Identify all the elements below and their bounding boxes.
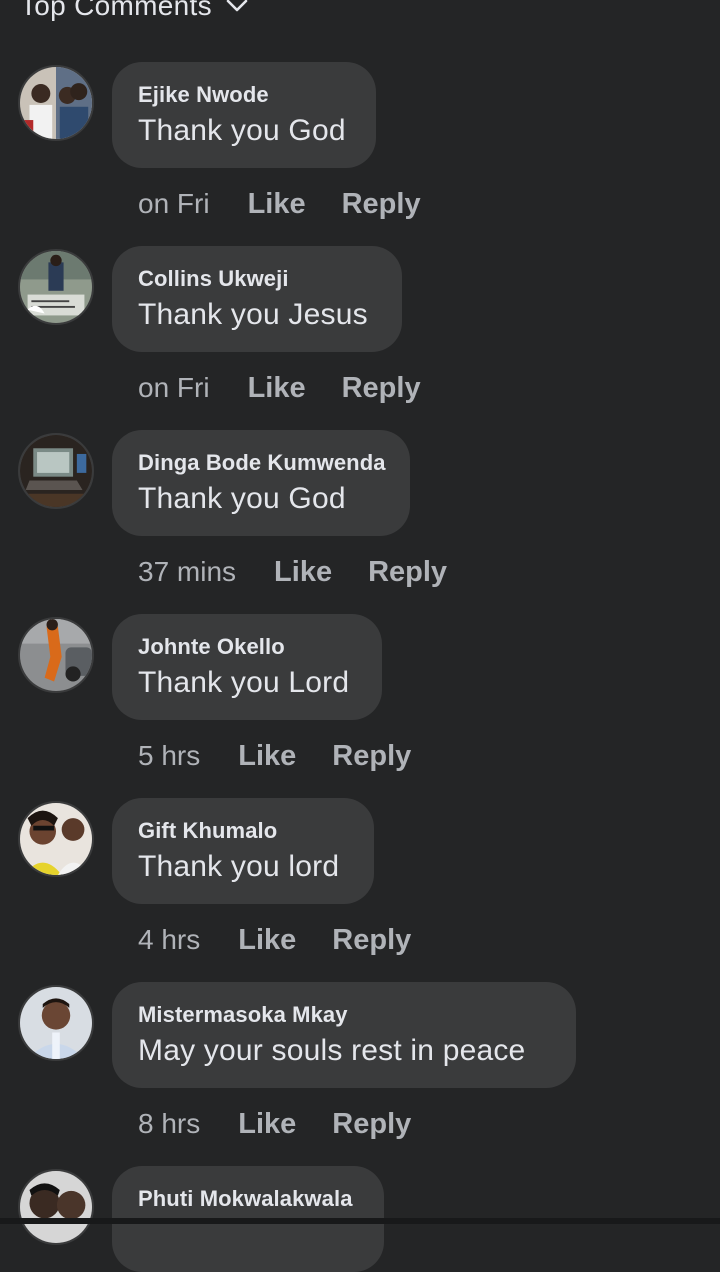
bottom-divider (0, 1218, 720, 1224)
comment-time[interactable]: 8 hrs (138, 1108, 200, 1140)
comment-item: Johnte Okello Thank you Lord 5 hrs Like … (0, 614, 720, 798)
reply-button[interactable]: Reply (332, 924, 411, 957)
comment-actions: 5 hrs Like Reply (138, 736, 447, 776)
comment-item: Ejike Nwode Thank you God on Fri Like Re… (0, 62, 720, 246)
comment-author[interactable]: Collins Ukweji (138, 266, 376, 292)
comment-item: Dinga Bode Kumwenda Thank you God 37 min… (0, 430, 720, 614)
comments-sort-dropdown[interactable]: Top Comments (20, 0, 248, 26)
comment-text: Thank you lord (138, 850, 340, 883)
comment-time[interactable]: on Fri (138, 188, 210, 220)
comment-item: Mistermasoka Mkay May your souls rest in… (0, 982, 720, 1166)
comment-item: Phuti Mokwalakwala (0, 1166, 720, 1272)
comment-time[interactable]: 4 hrs (138, 924, 200, 956)
like-button[interactable]: Like (238, 740, 296, 773)
comment-actions: 37 mins Like Reply (138, 552, 483, 592)
comment-text: Thank you Jesus (138, 298, 368, 331)
comment-text: May your souls rest in peace (138, 1034, 526, 1067)
comment-time[interactable]: on Fri (138, 372, 210, 404)
like-button[interactable]: Like (248, 188, 306, 221)
comment-actions: on Fri Like Reply (138, 184, 457, 224)
comment-text: Thank you Lord (138, 666, 350, 699)
avatar[interactable] (18, 985, 94, 1061)
comment-bubble: Dinga Bode Kumwenda Thank you God (112, 430, 410, 536)
sort-label: Top Comments (20, 0, 212, 21)
comment-bubble: Gift Khumalo Thank you lord (112, 798, 374, 904)
comment-text: Thank you God (138, 114, 346, 147)
chevron-down-icon (226, 0, 248, 13)
comment-item: Gift Khumalo Thank you lord 4 hrs Like R… (0, 798, 720, 982)
comment-bubble: Collins Ukweji Thank you Jesus (112, 246, 402, 352)
comment-author[interactable]: Gift Khumalo (138, 818, 348, 844)
comment-author[interactable]: Mistermasoka Mkay (138, 1002, 550, 1028)
comment-time[interactable]: 37 mins (138, 556, 236, 588)
reply-button[interactable]: Reply (342, 372, 421, 405)
like-button[interactable]: Like (238, 1108, 296, 1141)
avatar[interactable] (18, 617, 94, 693)
comment-bubble: Johnte Okello Thank you Lord (112, 614, 382, 720)
comment-item: Collins Ukweji Thank you Jesus on Fri Li… (0, 246, 720, 430)
comment-author[interactable]: Johnte Okello (138, 634, 356, 660)
comment-actions: 8 hrs Like Reply (138, 1104, 447, 1144)
like-button[interactable]: Like (248, 372, 306, 405)
comment-actions: 4 hrs Like Reply (138, 920, 447, 960)
reply-button[interactable]: Reply (332, 740, 411, 773)
comment-bubble: Mistermasoka Mkay May your souls rest in… (112, 982, 576, 1088)
like-button[interactable]: Like (274, 556, 332, 589)
like-button[interactable]: Like (238, 924, 296, 957)
reply-button[interactable]: Reply (342, 188, 421, 221)
avatar[interactable] (18, 65, 94, 141)
comment-actions: on Fri Like Reply (138, 368, 457, 408)
reply-button[interactable]: Reply (368, 556, 447, 589)
comment-author[interactable]: Phuti Mokwalakwala (138, 1186, 358, 1212)
comment-text: Thank you God (138, 482, 346, 515)
avatar[interactable] (18, 433, 94, 509)
comment-time[interactable]: 5 hrs (138, 740, 200, 772)
comment-author[interactable]: Dinga Bode Kumwenda (138, 450, 385, 476)
avatar[interactable] (18, 1169, 94, 1245)
comment-bubble: Ejike Nwode Thank you God (112, 62, 376, 168)
reply-button[interactable]: Reply (332, 1108, 411, 1141)
comment-author[interactable]: Ejike Nwode (138, 82, 350, 108)
avatar[interactable] (18, 249, 94, 325)
avatar[interactable] (18, 801, 94, 877)
